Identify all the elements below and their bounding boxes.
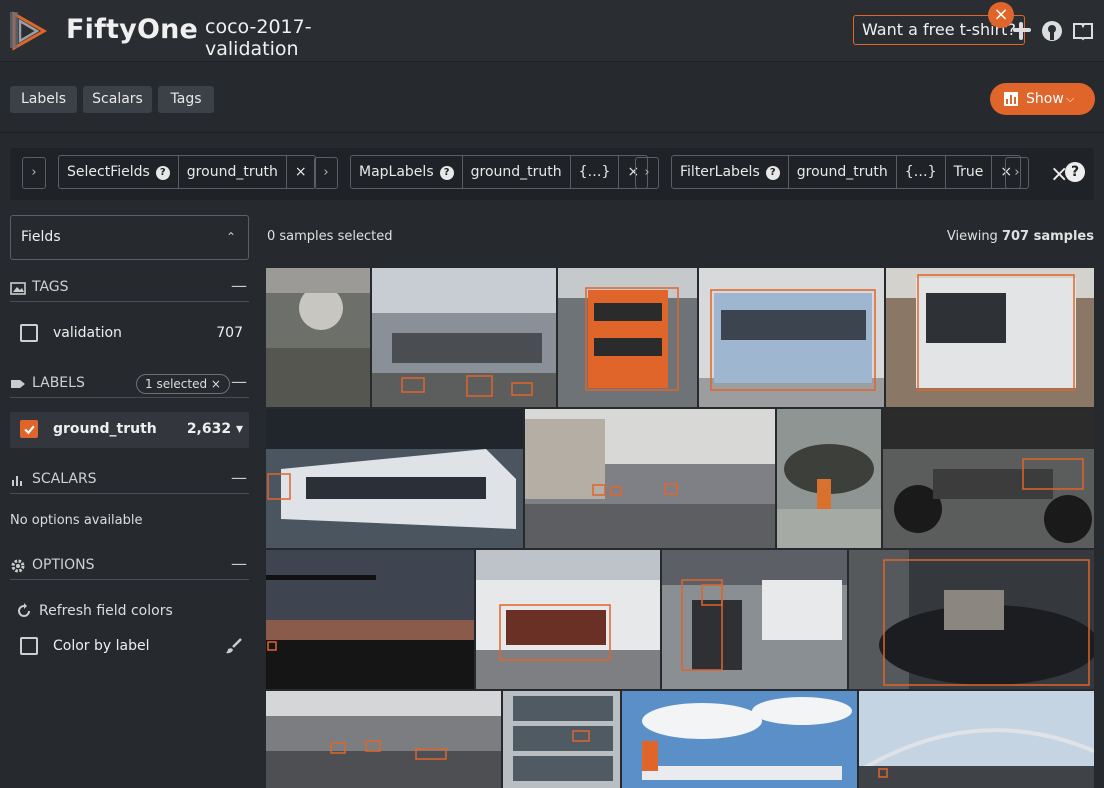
stage-arg[interactable]: ground_truth [789, 156, 897, 188]
label-name: ground_truth [53, 421, 157, 437]
sample-thumbnail[interactable] [266, 409, 523, 548]
fields-dropdown-label: Fields [21, 229, 61, 245]
selected-labels-pill[interactable]: 1 selected × [136, 374, 230, 394]
stage-insert-arrow[interactable]: › [1005, 157, 1029, 189]
options-section-label: OPTIONS [32, 557, 95, 573]
view-stage-filterlabels[interactable]: FilterLabels? ground_truth {…} True × [671, 155, 1022, 189]
collapse-icon[interactable]: — [231, 276, 247, 295]
tags-section-label: TAGS [32, 279, 69, 295]
slack-icon[interactable] [1011, 20, 1033, 42]
sample-thumbnail[interactable] [525, 409, 775, 548]
help-icon[interactable]: ? [155, 166, 170, 180]
label-tag-icon [11, 380, 25, 388]
refresh-colors-button[interactable]: Refresh field colors [10, 596, 249, 626]
viewing-count-text: Viewing 707 samples [947, 229, 1094, 244]
refresh-icon [18, 603, 30, 617]
paintbrush-icon[interactable] [225, 637, 243, 655]
sample-thumbnail[interactable] [777, 409, 881, 548]
stage-name-text: MapLabels [359, 164, 434, 180]
stage-insert-arrow[interactable]: › [635, 157, 659, 189]
viewing-prefix: Viewing [946, 229, 1002, 244]
color-by-label-text: Color by label [53, 638, 150, 654]
github-icon[interactable] [1041, 20, 1063, 42]
sample-thumbnail[interactable] [503, 691, 620, 788]
tag-count: 707 [216, 325, 243, 341]
help-icon[interactable]: ? [765, 166, 780, 180]
label-count[interactable]: 2,632 ▾ [187, 421, 243, 437]
bar-chart-icon [12, 476, 22, 486]
dataset-selector[interactable]: coco-2017-validation [205, 16, 373, 70]
sample-thumbnail[interactable] [849, 550, 1094, 689]
sample-thumbnail[interactable] [266, 550, 474, 689]
stage-arg[interactable]: {…} [571, 156, 620, 188]
app-header: FiftyOne coco-2017-validation Want a fre… [0, 0, 1104, 70]
label-row-ground-truth[interactable]: ground_truth 2,632 ▾ [10, 412, 249, 448]
options-section-header[interactable]: OPTIONS — [10, 554, 249, 580]
scalars-section-label: SCALARS [32, 471, 97, 487]
samples-selected-text: 0 samples selected [267, 229, 393, 244]
show-button[interactable]: Show ⌵ [990, 83, 1095, 115]
viewing-count: 707 samples [1001, 229, 1094, 244]
collapse-icon[interactable]: — [231, 372, 247, 391]
sample-thumbnail[interactable] [883, 409, 1094, 548]
help-icon[interactable]: ? [439, 166, 454, 180]
tag-checkbox[interactable] [20, 324, 38, 342]
stage-arg[interactable]: ground_truth [179, 156, 287, 188]
sample-thumbnail[interactable] [372, 268, 556, 407]
sample-thumbnail[interactable] [886, 268, 1094, 407]
show-button-label: Show [1026, 91, 1064, 107]
stage-insert-arrow[interactable]: › [314, 157, 338, 189]
label-checkbox[interactable] [20, 420, 38, 438]
stage-name-text: FilterLabels [680, 164, 760, 180]
sample-thumbnail[interactable] [859, 691, 1094, 788]
sample-thumbnail[interactable] [476, 550, 660, 689]
collapse-icon[interactable]: — [231, 554, 247, 573]
tags-section-header[interactable]: TAGS — [10, 276, 249, 302]
fields-dropdown[interactable]: Fields ⌃ [10, 215, 249, 260]
sample-thumbnail[interactable] [266, 691, 501, 788]
sample-thumbnail[interactable] [558, 268, 697, 407]
image-icon [10, 282, 26, 295]
stage-name-text: SelectFields [67, 164, 150, 180]
stage-arg[interactable]: {…} [897, 156, 946, 188]
chart-bar-icon [1004, 92, 1018, 106]
stage-insert-arrow[interactable]: › [22, 157, 46, 189]
color-by-label-checkbox[interactable] [20, 637, 38, 655]
check-icon [24, 425, 35, 435]
stage-name: SelectFields? [59, 156, 179, 188]
labels-section-label: LABELS [32, 375, 85, 391]
stage-arg[interactable]: ground_truth [463, 156, 571, 188]
brand-name: FiftyOne [66, 14, 199, 45]
docs-book-icon[interactable] [1072, 20, 1094, 42]
refresh-label: Refresh field colors [39, 603, 173, 619]
toolbar: Labels Scalars Tags Show ⌵ [0, 63, 1104, 133]
chevron-down-icon: ⌵ [1066, 92, 1075, 105]
gear-icon [11, 559, 25, 573]
labels-button[interactable]: Labels [10, 86, 77, 113]
tag-row-validation[interactable]: validation 707 [10, 316, 249, 352]
sample-thumbnail[interactable] [662, 550, 847, 689]
collapse-icon[interactable]: — [231, 468, 247, 487]
tags-button[interactable]: Tags [158, 86, 214, 113]
sample-thumbnail[interactable] [266, 268, 370, 407]
view-help-icon[interactable]: ? [1065, 162, 1085, 182]
scalars-empty-text: No options available [10, 513, 143, 528]
view-stage-maplabels[interactable]: MapLabels? ground_truth {…} × [350, 155, 649, 189]
stage-name: FilterLabels? [672, 156, 789, 188]
view-stage-selectfields[interactable]: SelectFields? ground_truth × [58, 155, 316, 189]
view-bar[interactable]: › SelectFields? ground_truth × › MapLabe… [10, 148, 1094, 200]
stage-remove-button[interactable]: × [287, 156, 315, 188]
stage-arg[interactable]: True [946, 156, 993, 188]
scalars-section-header[interactable]: SCALARS — [10, 468, 249, 494]
tag-name: validation [53, 325, 122, 341]
color-by-label-row[interactable]: Color by label [10, 629, 249, 665]
scalars-button[interactable]: Scalars [83, 86, 152, 113]
fiftyone-logo[interactable] [10, 10, 50, 52]
sample-thumbnail[interactable] [699, 268, 884, 407]
stage-name: MapLabels? [351, 156, 463, 188]
sample-thumbnail[interactable] [622, 691, 857, 788]
chevron-up-icon: ⌃ [225, 230, 236, 244]
